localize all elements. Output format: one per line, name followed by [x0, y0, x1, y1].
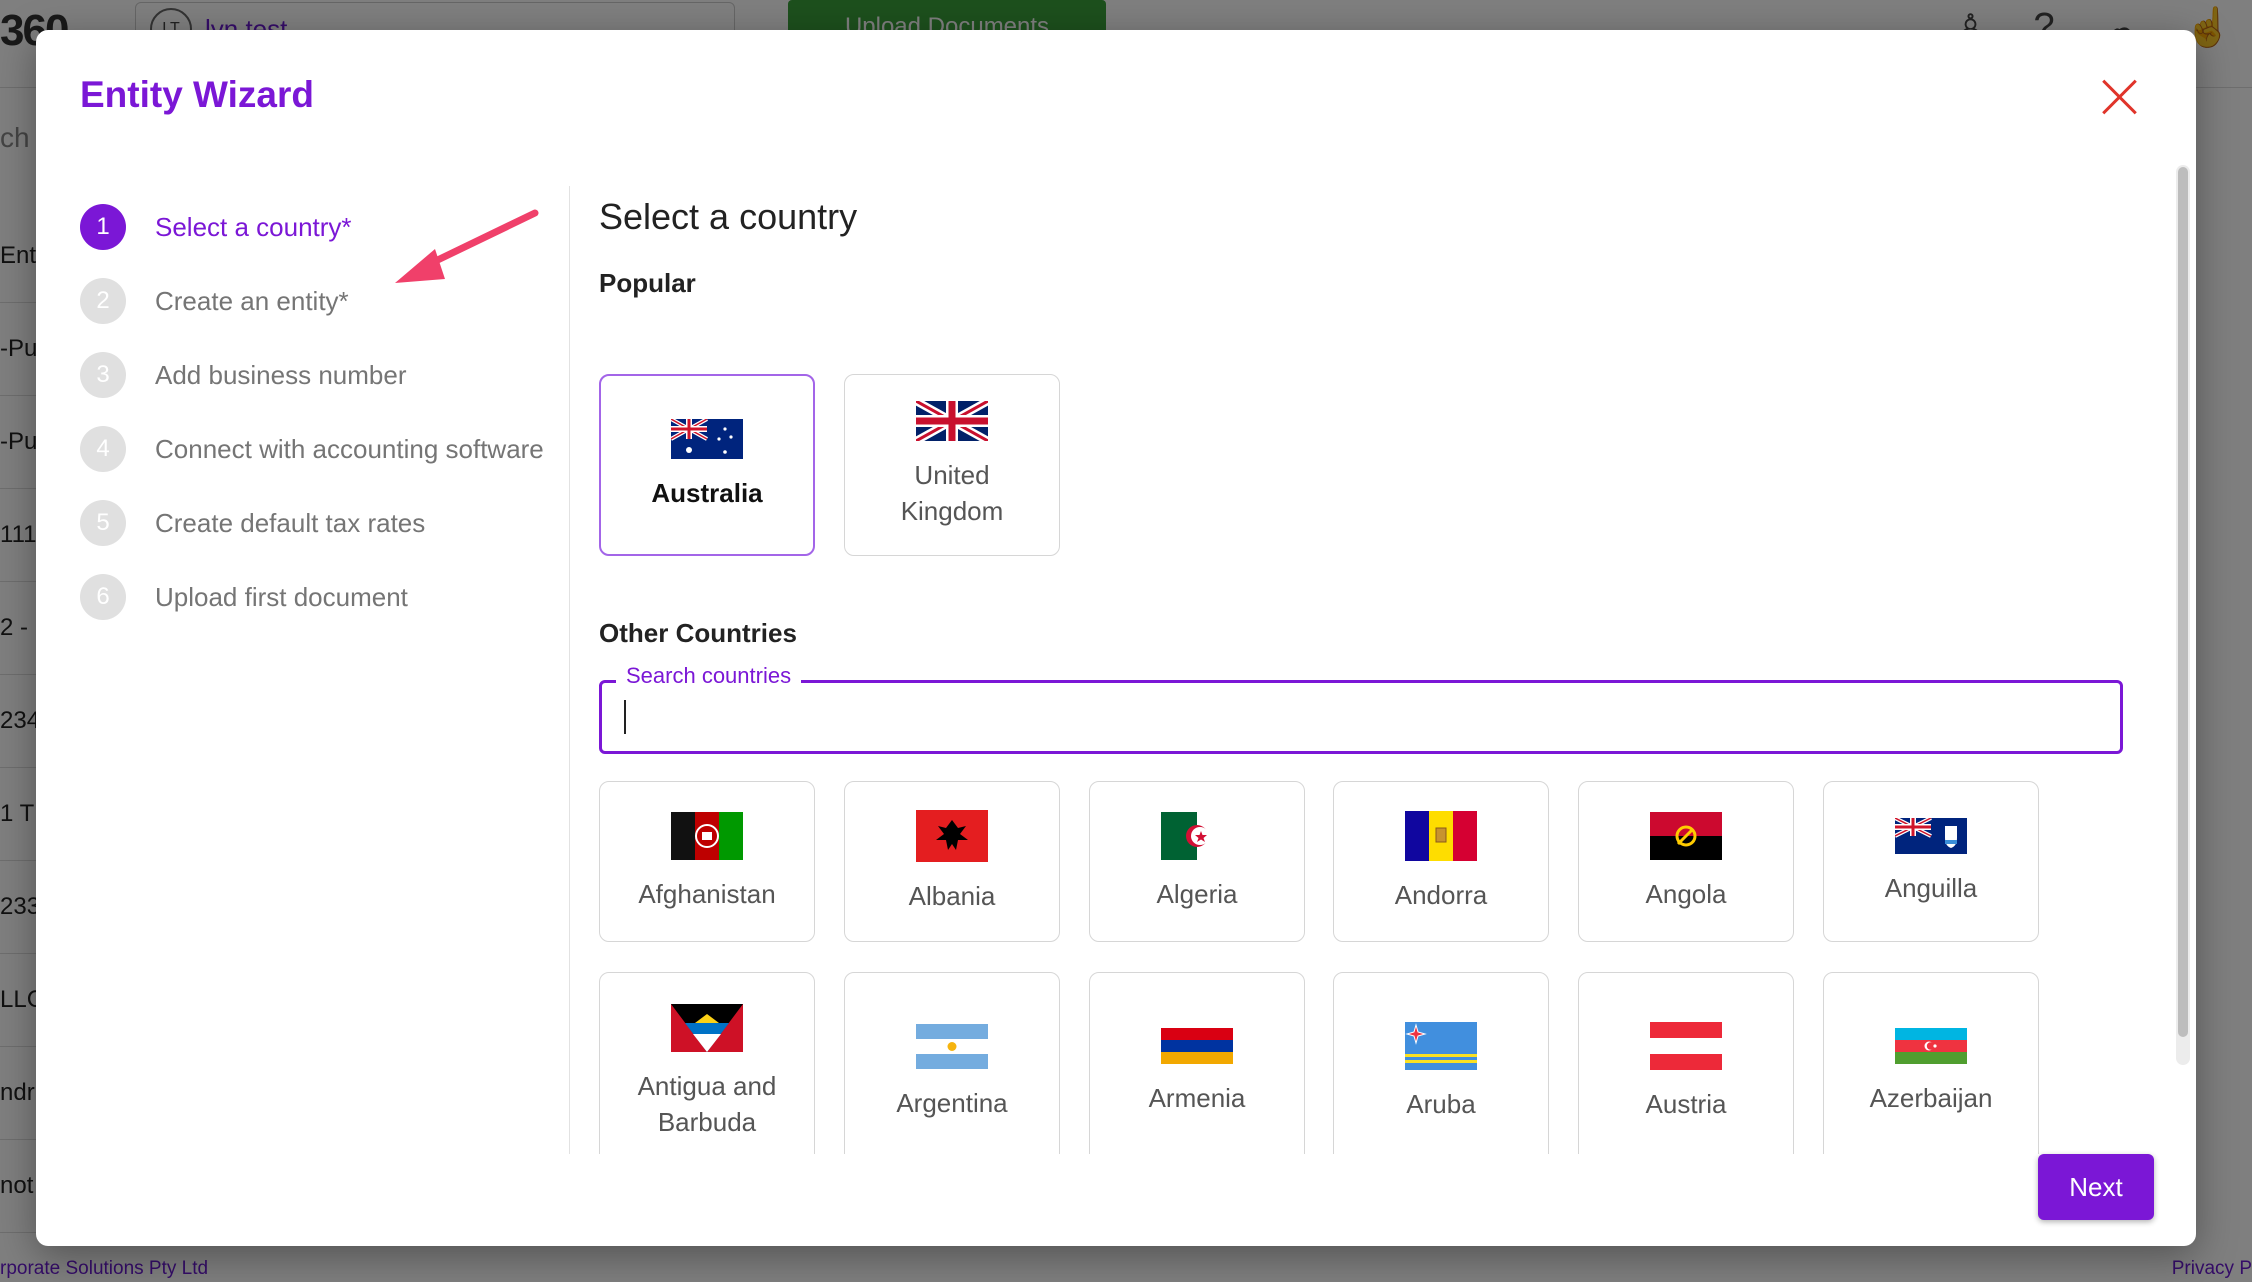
country-name: Albania: [908, 880, 996, 911]
united-kingdom-flag: [916, 401, 988, 441]
albania-flag: [916, 809, 988, 862]
country-card[interactable]: Albania: [844, 781, 1060, 942]
step-number: 4: [80, 426, 126, 472]
country-name: Anguilla: [1884, 872, 1978, 903]
step-number: 1: [80, 204, 126, 250]
country-card[interactable]: Argentina: [844, 972, 1060, 1154]
content-scrollbar[interactable]: [2176, 165, 2190, 1065]
aruba-flag: [1405, 1022, 1477, 1070]
angola-flag: [1650, 811, 1722, 860]
search-countries-field[interactable]: Search countries: [599, 663, 2123, 754]
country-card[interactable]: Aruba: [1333, 972, 1549, 1154]
andorra-flag: [1405, 810, 1477, 861]
close-icon[interactable]: [2096, 72, 2146, 122]
austria-flag: [1650, 1022, 1722, 1070]
country-name: Armenia: [1148, 1083, 1246, 1113]
azerbaijan-flag: [1895, 1028, 1967, 1064]
antigua-and-barbuda-flag: [671, 1004, 743, 1052]
step-number: 6: [80, 574, 126, 620]
search-countries-label: Search countries: [616, 663, 802, 689]
stepper-divider: [569, 186, 570, 1154]
step-label: Upload first document: [155, 581, 408, 612]
step-number: 5: [80, 500, 126, 546]
country-card[interactable]: United Kingdom: [844, 374, 1060, 556]
country-card[interactable]: Austria: [1578, 972, 1794, 1154]
country-name: Australia: [651, 478, 763, 508]
australia-flag: [671, 419, 743, 459]
country-name: United Kingdom: [900, 460, 1004, 526]
country-card[interactable]: Azerbaijan: [1823, 972, 2039, 1154]
text-caret: [624, 700, 626, 734]
step-label: Select a country*: [155, 211, 352, 242]
country-card[interactable]: Algeria: [1089, 781, 1305, 942]
wizard-step-3[interactable]: 3 Add business number: [80, 338, 580, 412]
step-label: Connect with accounting software: [155, 433, 544, 464]
country-card[interactable]: Australia: [599, 374, 815, 556]
wizard-step-5[interactable]: 5 Create default tax rates: [80, 486, 580, 560]
content-title: Select a country: [599, 196, 858, 237]
wizard-step-4[interactable]: 4 Connect with accounting software: [80, 412, 580, 486]
search-countries-input[interactable]: [624, 699, 2094, 735]
country-card[interactable]: Anguilla: [1823, 781, 2039, 942]
country-name: Algeria: [1156, 878, 1238, 909]
argentina-flag: [916, 1023, 988, 1069]
country-card[interactable]: Armenia: [1089, 972, 1305, 1154]
country-name: Argentina: [896, 1087, 1008, 1118]
armenia-flag: [1161, 1028, 1233, 1064]
entity-wizard-modal: Entity Wizard 1 Select a country* 2 Create …: [36, 30, 2196, 1246]
country-name: Aruba: [1406, 1089, 1476, 1119]
scrollbar-thumb[interactable]: [2178, 167, 2188, 1037]
anguilla-flag: [1895, 817, 1967, 854]
next-button[interactable]: Next: [2038, 1154, 2154, 1220]
step-label: Create an entity*: [155, 285, 349, 316]
country-name: Afghanistan: [638, 878, 776, 909]
country-name: Azerbaijan: [1869, 1083, 1993, 1113]
algeria-flag: [1161, 811, 1233, 860]
other-countries-label: Other Countries: [599, 618, 797, 648]
country-name: Angola: [1645, 878, 1727, 909]
country-name: Antigua and Barbuda: [637, 1071, 777, 1137]
country-card[interactable]: Afghanistan: [599, 781, 815, 942]
step-number: 3: [80, 352, 126, 398]
step-label: Create default tax rates: [155, 507, 426, 538]
afghanistan-flag: [671, 811, 743, 860]
popular-label: Popular: [599, 268, 696, 298]
country-card[interactable]: Andorra: [1333, 781, 1549, 942]
annotation-arrow-icon: [395, 209, 539, 283]
step-number: 2: [80, 278, 126, 324]
wizard-step-6[interactable]: 6 Upload first document: [80, 560, 580, 634]
modal-title: Entity Wizard: [80, 74, 315, 115]
country-name: Andorra: [1394, 879, 1488, 910]
country-card[interactable]: Angola: [1578, 781, 1794, 942]
country-selection-panel: Select a country Popular Other Countries…: [599, 160, 2159, 1154]
step-label: Add business number: [155, 359, 407, 390]
country-card[interactable]: Antigua and Barbuda: [599, 972, 815, 1154]
country-name: Austria: [1645, 1089, 1727, 1119]
